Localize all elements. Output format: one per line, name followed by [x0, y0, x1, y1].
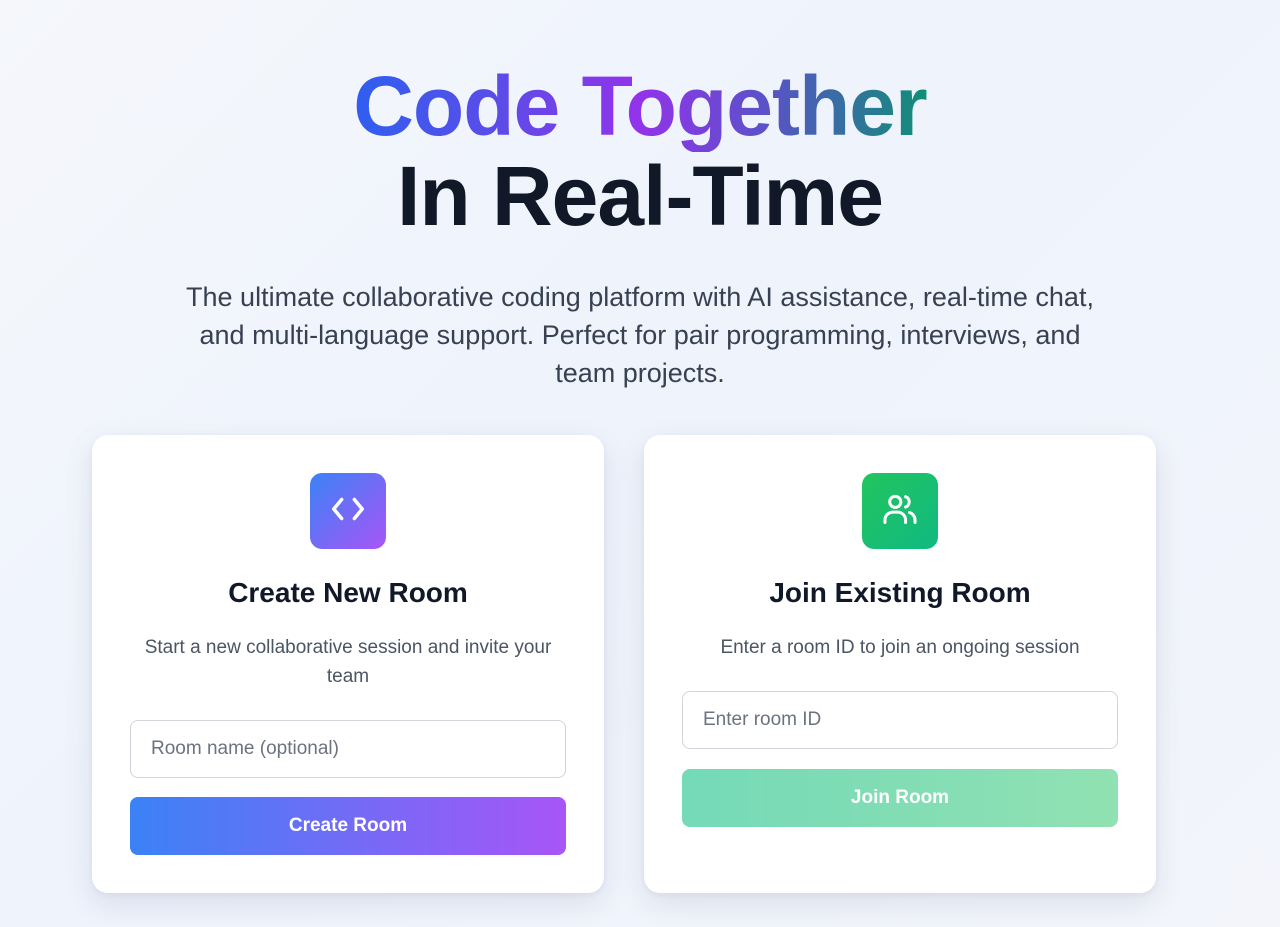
create-room-title: Create New Room: [228, 577, 468, 608]
headline-line-2: In Real-Time: [397, 149, 884, 243]
hero-subtitle: The ultimate collaborative coding platfo…: [186, 282, 1094, 388]
headline-line-1-wrap: Code Together: [0, 60, 1280, 152]
code-brackets-icon: [329, 490, 367, 533]
users-icon: [881, 490, 919, 533]
headline-gradient: Code Together: [353, 59, 927, 153]
create-room-button[interactable]: Create Room: [130, 797, 566, 855]
create-room-icon-badge: [310, 473, 386, 549]
create-room-card: Create New Room Start a new collaborativ…: [92, 435, 604, 893]
join-room-title: Join Existing Room: [769, 577, 1031, 608]
room-name-input[interactable]: [130, 720, 566, 778]
join-room-description: Enter a room ID to join an ongoing sessi…: [720, 637, 1080, 658]
hero-section: Code Together In Real-Time The ultimate …: [0, 60, 1280, 392]
join-room-card: Join Existing Room Enter a room ID to jo…: [644, 435, 1156, 893]
join-room-icon-badge: [862, 473, 938, 549]
join-room-button[interactable]: Join Room: [682, 769, 1118, 827]
create-room-description: Start a new collaborative session and in…: [144, 637, 552, 687]
room-id-input[interactable]: [682, 691, 1118, 749]
